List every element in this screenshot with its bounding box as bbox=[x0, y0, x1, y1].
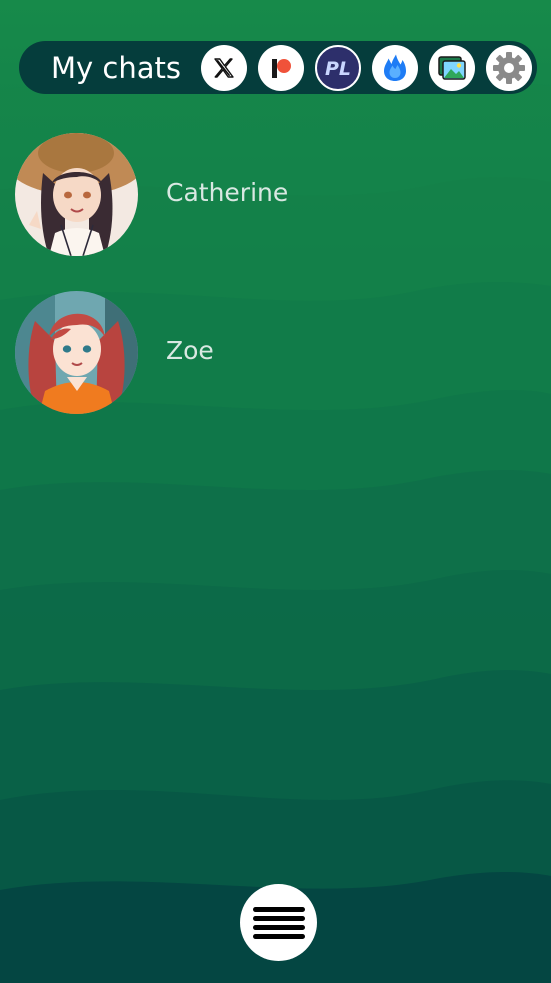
gallery-button[interactable] bbox=[429, 45, 475, 91]
patreon-button[interactable] bbox=[258, 45, 304, 91]
chat-item-catherine[interactable]: Catherine bbox=[0, 133, 551, 259]
chat-name[interactable]: Zoe bbox=[166, 335, 214, 367]
flame-button[interactable] bbox=[372, 45, 418, 91]
hamburger-menu-icon bbox=[252, 906, 305, 939]
avatar-zoe[interactable] bbox=[15, 291, 138, 414]
page-title: My chats bbox=[51, 51, 181, 85]
pl-button[interactable]: PL bbox=[315, 45, 361, 91]
pl-badge-icon: PL bbox=[319, 49, 357, 87]
patreon-icon bbox=[272, 59, 291, 78]
avatar-catherine[interactable] bbox=[15, 133, 138, 256]
chat-list-screen: My chats PL Catherine Zoe bbox=[0, 0, 551, 983]
x-logo-icon bbox=[214, 58, 234, 78]
settings-button[interactable] bbox=[486, 45, 532, 91]
flame-icon bbox=[384, 54, 406, 81]
gallery-icon bbox=[438, 56, 466, 80]
gear-icon bbox=[493, 52, 525, 84]
top-bar: My chats PL bbox=[19, 41, 537, 94]
menu-button[interactable] bbox=[240, 884, 317, 961]
chat-item-zoe[interactable]: Zoe bbox=[0, 291, 551, 417]
x-logo-button[interactable] bbox=[201, 45, 247, 91]
chat-name[interactable]: Catherine bbox=[166, 177, 288, 209]
pl-badge-text: PL bbox=[325, 58, 351, 80]
